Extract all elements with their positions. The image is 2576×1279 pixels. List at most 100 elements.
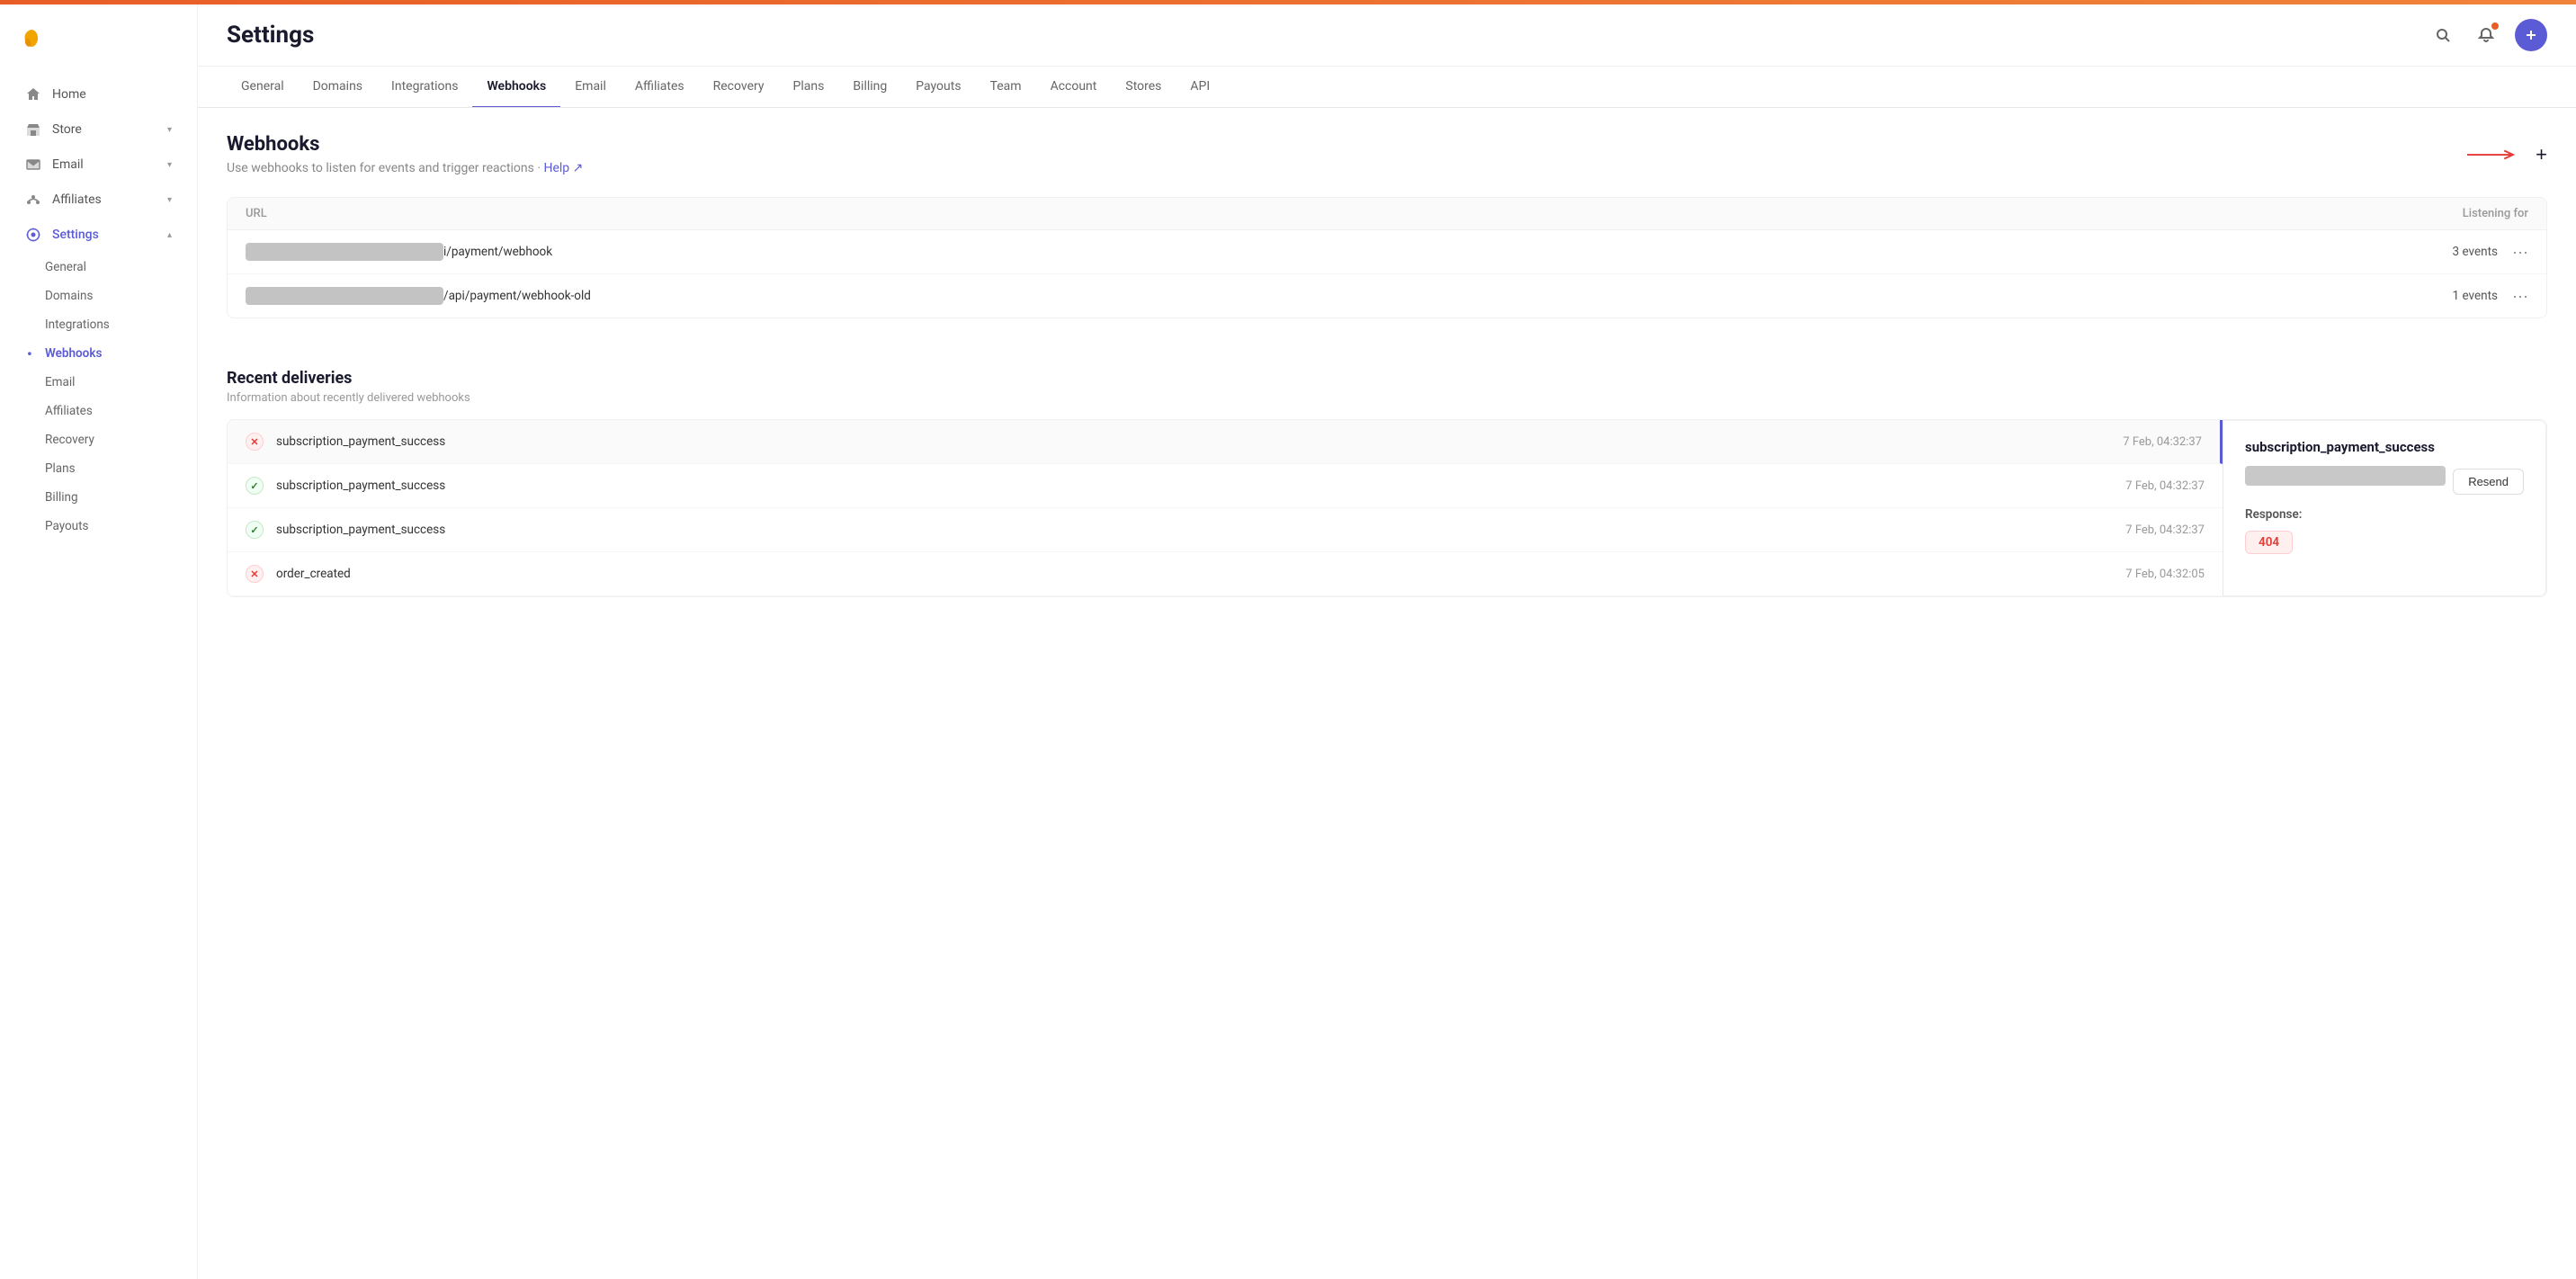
webhooks-subtitle: Use webhooks to listen for events and tr… xyxy=(227,161,2467,175)
tab-payouts-label: Payouts xyxy=(916,79,961,94)
sidebar-sub-domains[interactable]: Domains xyxy=(0,282,197,310)
webhook-row-2[interactable]: /api/payment/webhook-old 1 events ··· xyxy=(228,274,2546,318)
add-webhook-button[interactable]: + xyxy=(2536,143,2547,166)
tab-billing[interactable]: Billing xyxy=(838,67,901,108)
recent-deliveries-section: Recent deliveries Information about rece… xyxy=(227,369,2547,597)
detail-url-blur xyxy=(2245,466,2446,486)
delivery-time-4: 7 Feb, 04:32:05 xyxy=(2125,568,2205,581)
deliveries-subtitle: Information about recently delivered web… xyxy=(227,391,2547,405)
home-icon xyxy=(25,86,41,103)
tab-recovery[interactable]: Recovery xyxy=(699,67,779,108)
tab-integrations[interactable]: Integrations xyxy=(377,67,472,108)
search-button[interactable] xyxy=(2428,21,2457,49)
tab-stores-label: Stores xyxy=(1125,79,1161,94)
delivery-row-2[interactable]: ✓ subscription_payment_success 7 Feb, 04… xyxy=(228,464,2223,508)
sidebar-item-store[interactable]: Store ▾ xyxy=(7,112,190,147)
table-header: URL Listening for xyxy=(228,198,2546,230)
tab-integrations-label: Integrations xyxy=(391,79,458,94)
sidebar-item-settings-label: Settings xyxy=(52,228,99,242)
events-count-1: 3 events xyxy=(2453,245,2498,259)
add-icon: + xyxy=(2536,143,2547,166)
tab-account-label: Account xyxy=(1051,79,1097,94)
tab-stores[interactable]: Stores xyxy=(1111,67,1176,108)
sidebar-sub-payouts[interactable]: Payouts xyxy=(0,512,197,541)
delivery-time-2: 7 Feb, 04:32:37 xyxy=(2125,479,2205,493)
delivery-row-1[interactable]: ✕ subscription_payment_success 7 Feb, 04… xyxy=(228,420,2223,464)
delivery-status-success-2: ✓ xyxy=(246,477,264,495)
tab-bar: General Domains Integrations Webhooks Em… xyxy=(198,67,2576,108)
delivery-time-1: 7 Feb, 04:32:37 xyxy=(2123,435,2202,449)
tab-email[interactable]: Email xyxy=(560,67,621,108)
add-webhook-area: + xyxy=(2467,143,2547,166)
tab-general-label: General xyxy=(241,79,284,94)
webhook-row-1[interactable]: i/payment/webhook 3 events ··· xyxy=(228,230,2546,274)
logo[interactable] xyxy=(0,19,197,76)
sidebar-item-email[interactable]: Email ▾ xyxy=(7,148,190,182)
sidebar-sub-domains-label: Domains xyxy=(45,289,93,303)
events-cell-1: 3 events ··· xyxy=(2453,244,2528,260)
tab-account[interactable]: Account xyxy=(1036,67,1112,108)
sidebar-sub-webhooks-label: Webhooks xyxy=(45,346,102,361)
tab-domains[interactable]: Domains xyxy=(299,67,377,108)
red-arrow-indicator xyxy=(2467,146,2521,164)
tab-api[interactable]: API xyxy=(1176,67,1224,108)
sidebar-sub-webhooks[interactable]: Webhooks xyxy=(0,339,197,368)
sidebar-sub-affiliates[interactable]: Affiliates xyxy=(0,397,197,425)
tab-recovery-label: Recovery xyxy=(713,79,765,94)
delivery-time-3: 7 Feb, 04:32:37 xyxy=(2125,523,2205,537)
sidebar-sub-general[interactable]: General xyxy=(0,253,197,282)
sidebar-sub-recovery-label: Recovery xyxy=(45,433,94,447)
sidebar-sub-general-label: General xyxy=(45,260,86,274)
delivery-name-3: subscription_payment_success xyxy=(276,523,2113,537)
sidebar-nav: Home Store ▾ xyxy=(0,76,197,1265)
settings-icon xyxy=(25,227,41,243)
sidebar-item-affiliates-label: Affiliates xyxy=(52,192,102,207)
sidebar-sub-email[interactable]: Email xyxy=(0,368,197,397)
webhooks-title: Webhooks xyxy=(227,133,2467,156)
response-label: Response: xyxy=(2245,507,2524,522)
notifications-button[interactable] xyxy=(2472,21,2500,49)
col-url-label: URL xyxy=(246,207,267,220)
webhooks-page: Webhooks Use webhooks to listen for even… xyxy=(198,108,2576,1279)
resend-button[interactable]: Resend xyxy=(2453,469,2524,495)
delivery-name-2: subscription_payment_success xyxy=(276,479,2113,493)
webhook-url-2: /api/payment/webhook-old xyxy=(246,287,2453,305)
email-chevron-icon: ▾ xyxy=(167,160,172,170)
sidebar-sub-billing[interactable]: Billing xyxy=(0,483,197,512)
tab-payouts[interactable]: Payouts xyxy=(901,67,975,108)
sidebar-item-settings[interactable]: Settings ▴ xyxy=(7,218,190,252)
sidebar-sub-plans[interactable]: Plans xyxy=(0,454,197,483)
url-blur-2 xyxy=(246,287,443,305)
sidebar-item-store-label: Store xyxy=(52,122,82,137)
events-cell-2: 1 events ··· xyxy=(2453,288,2528,304)
tab-affiliates[interactable]: Affiliates xyxy=(621,67,699,108)
sidebar-sub-integrations[interactable]: Integrations xyxy=(0,310,197,339)
tab-webhooks[interactable]: Webhooks xyxy=(472,67,560,108)
tab-general[interactable]: General xyxy=(227,67,299,108)
avatar-button[interactable] xyxy=(2515,19,2547,51)
webhooks-help-link[interactable]: Help ↗ xyxy=(543,161,583,175)
webhook-more-button-2[interactable]: ··· xyxy=(2512,288,2528,304)
delivery-status-error-4: ✕ xyxy=(246,565,264,583)
sidebar-item-home[interactable]: Home xyxy=(7,77,190,112)
affiliates-chevron-icon: ▾ xyxy=(167,195,172,205)
url-suffix-1: i/payment/webhook xyxy=(443,245,552,259)
page-header: Settings xyxy=(198,4,2576,67)
tab-team[interactable]: Team xyxy=(976,67,1036,108)
sidebar-sub-recovery[interactable]: Recovery xyxy=(0,425,197,454)
webhook-more-button-1[interactable]: ··· xyxy=(2512,244,2528,260)
settings-sub-menu: General Domains Integrations Webhooks Em… xyxy=(0,253,197,541)
tab-billing-label: Billing xyxy=(853,79,887,94)
delivery-row-3[interactable]: ✓ subscription_payment_success 7 Feb, 04… xyxy=(228,508,2223,552)
delivery-status-success-3: ✓ xyxy=(246,521,264,539)
response-code-badge: 404 xyxy=(2245,531,2293,554)
tab-api-label: API xyxy=(1190,79,1210,94)
delivery-row-4[interactable]: ✕ order_created 7 Feb, 04:32:05 xyxy=(228,552,2223,596)
delivery-name-4: order_created xyxy=(276,567,2113,581)
tab-team-label: Team xyxy=(990,79,1022,94)
affiliates-icon xyxy=(25,192,41,208)
webhooks-table-container: URL Listening for i/payment/webhook 3 ev… xyxy=(227,197,2547,318)
sidebar-item-affiliates[interactable]: Affiliates ▾ xyxy=(7,183,190,217)
tab-plans[interactable]: Plans xyxy=(779,67,839,108)
sidebar-sub-plans-label: Plans xyxy=(45,461,76,476)
